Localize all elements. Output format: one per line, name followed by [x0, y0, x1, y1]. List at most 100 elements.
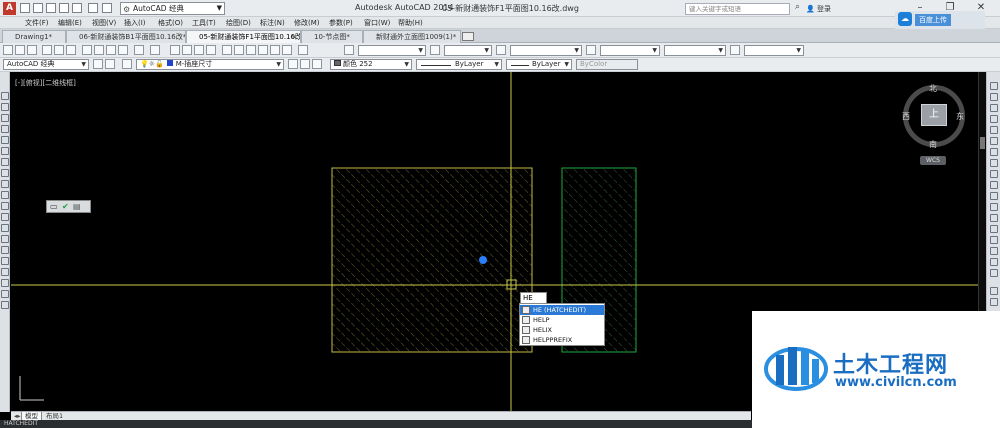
add-selected-icon[interactable]	[1, 301, 9, 309]
new-icon[interactable]	[3, 45, 13, 55]
menu-draw[interactable]: 绘图(D)	[226, 18, 251, 28]
zoom-previous-icon[interactable]	[206, 45, 216, 55]
calculator-icon[interactable]	[282, 45, 292, 55]
close-tab-icon[interactable]: ✕	[291, 31, 297, 43]
fillet-icon[interactable]	[990, 247, 998, 255]
ellipse-icon[interactable]	[1, 191, 9, 199]
erase-icon[interactable]	[990, 82, 998, 90]
hatch-icon[interactable]	[1, 246, 9, 254]
viewcube-north[interactable]: 北	[929, 83, 937, 94]
blend-icon[interactable]	[990, 258, 998, 266]
redo-icon[interactable]	[150, 45, 160, 55]
edit-icon[interactable]: ▭	[50, 201, 58, 212]
print-icon[interactable]	[42, 45, 52, 55]
properties-icon[interactable]	[222, 45, 232, 55]
search-icon[interactable]: ⌕	[795, 2, 800, 12]
point-icon[interactable]	[1, 235, 9, 243]
layer-manager-icon[interactable]	[122, 59, 132, 69]
circle-icon[interactable]	[1, 158, 9, 166]
menu-insert[interactable]: 插入(I)	[124, 18, 146, 28]
paste-icon[interactable]	[106, 45, 116, 55]
insert-block-icon[interactable]	[1, 213, 9, 221]
help-icon[interactable]	[298, 45, 308, 55]
autocomplete-item-helix[interactable]: HELIX	[520, 325, 604, 335]
multileader-dropdown[interactable]: ▼	[744, 45, 804, 56]
table-style-dropdown[interactable]: ▼	[510, 45, 582, 56]
viewcube-top-face[interactable]: 上	[921, 104, 947, 126]
command-line[interactable]: HATCHEDIT	[0, 420, 752, 428]
zoom-window-icon[interactable]	[194, 45, 204, 55]
line-tool-icon[interactable]	[1, 92, 9, 100]
menu-edit[interactable]: 编辑(E)	[58, 18, 82, 28]
tab-elevation[interactable]: 新财通外立面图1009(1)*	[363, 30, 461, 43]
dim-style-icon[interactable]	[430, 45, 440, 55]
make-block-icon[interactable]	[1, 224, 9, 232]
linetype-dropdown[interactable]: ByLayer ▼	[416, 59, 502, 70]
menu-help[interactable]: 帮助(H)	[398, 18, 423, 28]
table-style-icon[interactable]	[496, 45, 506, 55]
undo-icon[interactable]	[88, 3, 98, 13]
menu-parametric[interactable]: 参数(P)	[329, 18, 353, 28]
break-at-point-icon[interactable]	[990, 203, 998, 211]
tab-b1-plan[interactable]: 06-新财通装饰B1平面图10.16改*	[66, 30, 186, 43]
construction-line-icon[interactable]	[1, 103, 9, 111]
table-icon[interactable]	[1, 279, 9, 287]
layer-previous-icon[interactable]	[300, 59, 310, 69]
workspace-dropdown[interactable]: ⚙ AutoCAD 经典 ▼	[120, 2, 225, 15]
save-as-icon[interactable]	[59, 3, 69, 13]
menu-window[interactable]: 窗口(W)	[364, 18, 390, 28]
workspace-settings-icon[interactable]	[93, 59, 103, 69]
mirror-icon[interactable]	[990, 104, 998, 112]
rotate-icon[interactable]	[990, 148, 998, 156]
make-current-layer-icon[interactable]	[288, 59, 298, 69]
mtext-icon[interactable]	[1, 290, 9, 298]
color-dropdown[interactable]: 颜色 252 ▼	[330, 59, 412, 70]
save-icon[interactable]	[27, 45, 37, 55]
move-icon[interactable]	[990, 137, 998, 145]
autocad-logo-icon[interactable]: A	[3, 2, 16, 15]
viewcube-west[interactable]: 西	[902, 111, 910, 122]
cut-icon[interactable]	[82, 45, 92, 55]
preview-icon[interactable]	[54, 45, 64, 55]
menu-file[interactable]: 文件(F)	[25, 18, 49, 28]
tool-palettes-icon[interactable]	[246, 45, 256, 55]
extend-icon[interactable]	[990, 192, 998, 200]
text-style-icon[interactable]	[344, 45, 354, 55]
array-icon[interactable]	[990, 126, 998, 134]
search-input[interactable]: 键入关键字或短语	[685, 3, 790, 15]
menu-dimension[interactable]: 标注(N)	[260, 18, 285, 28]
menu-modify[interactable]: 修改(M)	[294, 18, 320, 28]
sheet-set-icon[interactable]	[258, 45, 268, 55]
options-icon[interactable]: ▤	[73, 201, 81, 212]
multileader-style-icon[interactable]	[586, 45, 596, 55]
tab-node-drawing[interactable]: 10-节点图*	[301, 30, 363, 43]
polygon-icon[interactable]	[1, 125, 9, 133]
login-button[interactable]: 👤 登录	[806, 4, 831, 14]
copy-icon[interactable]	[94, 45, 104, 55]
autocomplete-item-helpprefix[interactable]: HELPPREFIX	[520, 335, 604, 345]
layer-state-icon[interactable]	[312, 59, 322, 69]
tab-f1-plan[interactable]: 05-新财通装饰F1平面图10.16改* ✕	[186, 30, 301, 43]
yellow-hatch-region[interactable]	[331, 167, 533, 353]
match-properties-icon[interactable]	[118, 45, 128, 55]
polyline-icon[interactable]	[1, 114, 9, 122]
redo-icon[interactable]	[102, 3, 112, 13]
explode-icon[interactable]	[990, 269, 998, 277]
lineweight-dropdown[interactable]: ByLayer ▼	[506, 59, 572, 70]
copy-object-icon[interactable]	[990, 93, 998, 101]
arc-icon[interactable]	[1, 147, 9, 155]
markup-icon[interactable]	[270, 45, 280, 55]
workspace-combo[interactable]: AutoCAD 经典 ▼	[3, 59, 89, 70]
gradient-icon[interactable]	[1, 257, 9, 265]
workspace-extra-icon[interactable]	[105, 59, 115, 69]
undo-icon[interactable]	[134, 45, 144, 55]
menu-tools[interactable]: 工具(T)	[192, 18, 216, 28]
stretch-icon[interactable]	[990, 170, 998, 178]
menu-view[interactable]: 视图(V)	[92, 18, 116, 28]
ellipse-arc-icon[interactable]	[1, 202, 9, 210]
viewcube-east[interactable]: 东	[956, 111, 964, 122]
dim-style-dropdown[interactable]: ▼	[444, 45, 492, 56]
autocomplete-item-help[interactable]: HELP	[520, 315, 604, 325]
rectangle-icon[interactable]	[1, 136, 9, 144]
zoom-realtime-icon[interactable]	[182, 45, 192, 55]
